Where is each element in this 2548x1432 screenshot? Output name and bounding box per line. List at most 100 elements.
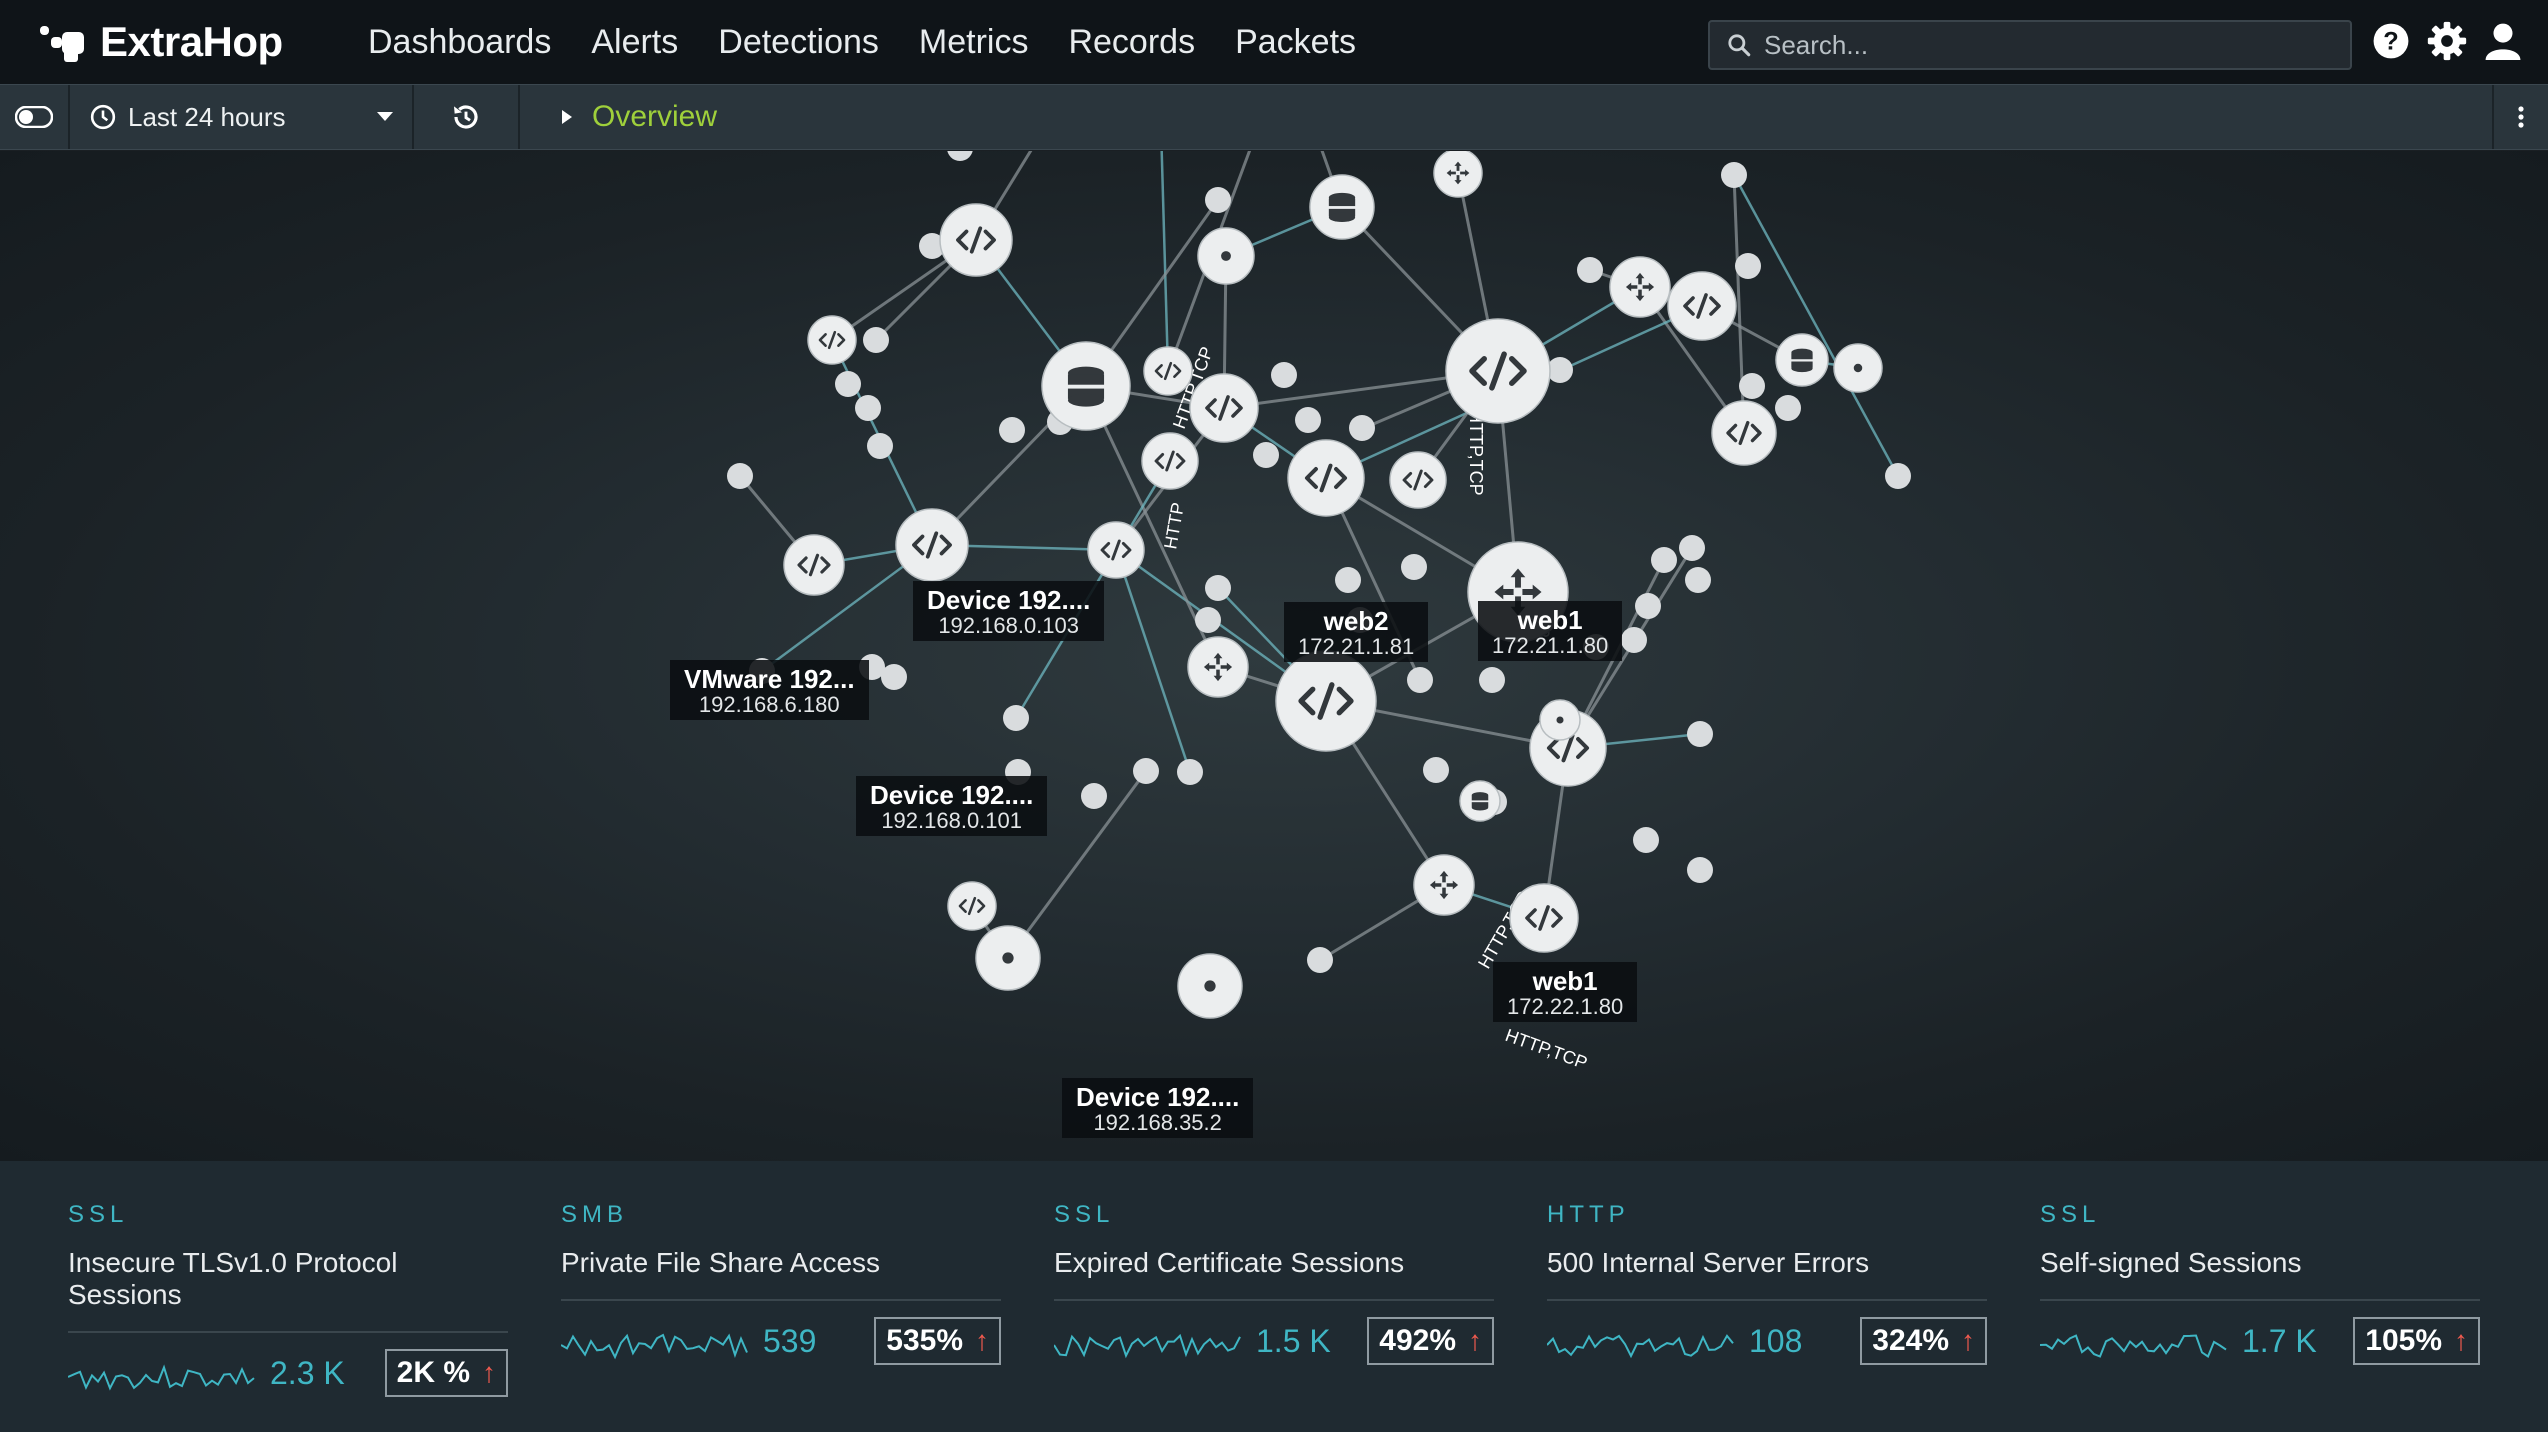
- nav-records[interactable]: Records: [1068, 23, 1195, 62]
- code-device-node[interactable]: [1287, 439, 1365, 517]
- change-badge[interactable]: 105% ↑: [2353, 1317, 2480, 1365]
- node-label-vmware-180[interactable]: VMware 192... 192.168.6.180: [670, 660, 869, 721]
- device-node-small[interactable]: [1423, 757, 1449, 783]
- nav-dashboards[interactable]: Dashboards: [368, 23, 551, 62]
- code-device-node[interactable]: [1667, 271, 1737, 341]
- device-node-small[interactable]: [1133, 758, 1159, 784]
- metric-card-expired-cert[interactable]: SSL Expired Certificate Sessions 1.5 K 4…: [1054, 1201, 1494, 1401]
- more-vertical-icon[interactable]: [2492, 85, 2548, 149]
- sidebar-toggle[interactable]: [0, 85, 70, 149]
- device-node-small[interactable]: [1401, 554, 1427, 580]
- gear-icon[interactable]: [2426, 20, 2468, 62]
- device-node-small[interactable]: [1885, 463, 1911, 489]
- device-node-small[interactable]: [1679, 535, 1705, 561]
- device-node-small[interactable]: [1295, 407, 1321, 433]
- nav-alerts[interactable]: Alerts: [591, 23, 678, 62]
- device-node-small[interactable]: [1635, 593, 1661, 619]
- node-label-web1-21[interactable]: web1 172.21.1.80: [1478, 601, 1623, 662]
- db-device-node[interactable]: [1775, 333, 1829, 387]
- code-device-node[interactable]: [1711, 400, 1777, 466]
- device-node-small[interactable]: [1687, 721, 1713, 747]
- device-node-small[interactable]: [1407, 667, 1433, 693]
- code-device-node[interactable]: [1087, 521, 1145, 579]
- dot-device-node[interactable]: [975, 925, 1041, 991]
- device-node-small[interactable]: [1739, 373, 1765, 399]
- node-label-device-35[interactable]: Device 192.... 192.168.35.2: [1062, 1078, 1254, 1139]
- time-range-selector[interactable]: Last 24 hours: [70, 85, 414, 149]
- dot-device-node[interactable]: [1833, 343, 1883, 393]
- change-badge[interactable]: 535% ↑: [874, 1317, 1001, 1365]
- global-search[interactable]: [1708, 20, 2352, 70]
- metric-card-tls[interactable]: SSL Insecure TLSv1.0 Protocol Sessions 2…: [68, 1201, 508, 1401]
- nav-packets[interactable]: Packets: [1235, 23, 1356, 62]
- device-node-small[interactable]: [835, 371, 861, 397]
- device-node-small[interactable]: [1621, 627, 1647, 653]
- code-device-node[interactable]: [895, 508, 969, 582]
- device-node-small[interactable]: [1577, 257, 1603, 283]
- help-icon[interactable]: ?: [2370, 20, 2412, 62]
- device-node-small[interactable]: [855, 395, 881, 421]
- dot-device-node[interactable]: [1539, 699, 1581, 741]
- device-node-small[interactable]: [1721, 162, 1747, 188]
- device-node-small[interactable]: [1205, 187, 1231, 213]
- device-node-small[interactable]: [1775, 395, 1801, 421]
- db-device-node[interactable]: [1309, 174, 1375, 240]
- device-node-small[interactable]: [1685, 567, 1711, 593]
- device-node-small[interactable]: [1081, 783, 1107, 809]
- node-label-web2[interactable]: web2 172.21.1.81: [1284, 602, 1429, 663]
- code-device-node[interactable]: [783, 534, 845, 596]
- change-badge[interactable]: 2K % ↑: [384, 1349, 508, 1397]
- dot-device-node[interactable]: [1197, 227, 1255, 285]
- user-icon[interactable]: [2482, 20, 2524, 62]
- code-device-node[interactable]: [1143, 346, 1193, 396]
- device-node-small[interactable]: [947, 151, 973, 161]
- device-node-small[interactable]: [1003, 705, 1029, 731]
- device-node-small[interactable]: [1271, 362, 1297, 388]
- metric-card-self-signed[interactable]: SSL Self-signed Sessions 1.7 K 105% ↑: [2040, 1201, 2480, 1401]
- nav-metrics[interactable]: Metrics: [919, 23, 1029, 62]
- change-badge[interactable]: 324% ↑: [1860, 1317, 1987, 1365]
- device-node-small[interactable]: [1195, 607, 1221, 633]
- metric-card-http-500[interactable]: HTTP 500 Internal Server Errors 108 324%…: [1547, 1201, 1987, 1401]
- device-node-small[interactable]: [1687, 857, 1713, 883]
- db-device-node[interactable]: [1041, 341, 1131, 431]
- history-button[interactable]: [414, 85, 520, 149]
- device-node-small[interactable]: [867, 433, 893, 459]
- router-device-node[interactable]: [1433, 151, 1483, 198]
- node-label-device-103[interactable]: Device 192.... 192.168.0.103: [913, 581, 1105, 642]
- network-graph[interactable]: HTTP,TCPHTTP,TCPHTTPHTTP,TCPHTTP,TCPHTTP…: [0, 151, 2548, 1161]
- device-node-small[interactable]: [881, 664, 907, 690]
- device-node-small[interactable]: [1633, 827, 1659, 853]
- network-map[interactable]: HTTP,TCPHTTP,TCPHTTPHTTP,TCPHTTP,TCPHTTP…: [0, 151, 2548, 1161]
- code-device-node[interactable]: [807, 315, 857, 365]
- search-input[interactable]: [1764, 29, 2324, 61]
- device-node-small[interactable]: [1349, 415, 1375, 441]
- breadcrumb-overview[interactable]: Overview: [592, 100, 717, 134]
- code-device-node[interactable]: [1509, 883, 1579, 953]
- code-device-node[interactable]: [1445, 318, 1551, 424]
- device-node-small[interactable]: [727, 463, 753, 489]
- device-node-small[interactable]: [1253, 442, 1279, 468]
- code-device-node[interactable]: [947, 881, 997, 931]
- device-node-small[interactable]: [1205, 575, 1231, 601]
- device-node-small[interactable]: [1177, 759, 1203, 785]
- dot-device-node[interactable]: [1177, 953, 1243, 1019]
- device-node-small[interactable]: [1307, 947, 1333, 973]
- node-label-device-101[interactable]: Device 192.... 192.168.0.101: [856, 776, 1048, 837]
- router-device-node[interactable]: [1187, 636, 1249, 698]
- nav-detections[interactable]: Detections: [718, 23, 879, 62]
- device-node-small[interactable]: [863, 327, 889, 353]
- code-device-node[interactable]: [1189, 373, 1259, 443]
- device-node-small[interactable]: [1335, 567, 1361, 593]
- code-device-node[interactable]: [1141, 432, 1199, 490]
- breadcrumb[interactable]: Overview: [520, 85, 717, 149]
- router-device-node[interactable]: [1609, 256, 1671, 318]
- node-label-web1-22[interactable]: web1 172.22.1.80: [1493, 962, 1638, 1023]
- device-node-small[interactable]: [1547, 357, 1573, 383]
- code-device-node[interactable]: [939, 203, 1013, 277]
- code-device-node[interactable]: [1275, 650, 1377, 752]
- device-node-small[interactable]: [999, 417, 1025, 443]
- device-node-small[interactable]: [1651, 547, 1677, 573]
- device-node-small[interactable]: [1735, 253, 1761, 279]
- code-device-node[interactable]: [1389, 451, 1447, 509]
